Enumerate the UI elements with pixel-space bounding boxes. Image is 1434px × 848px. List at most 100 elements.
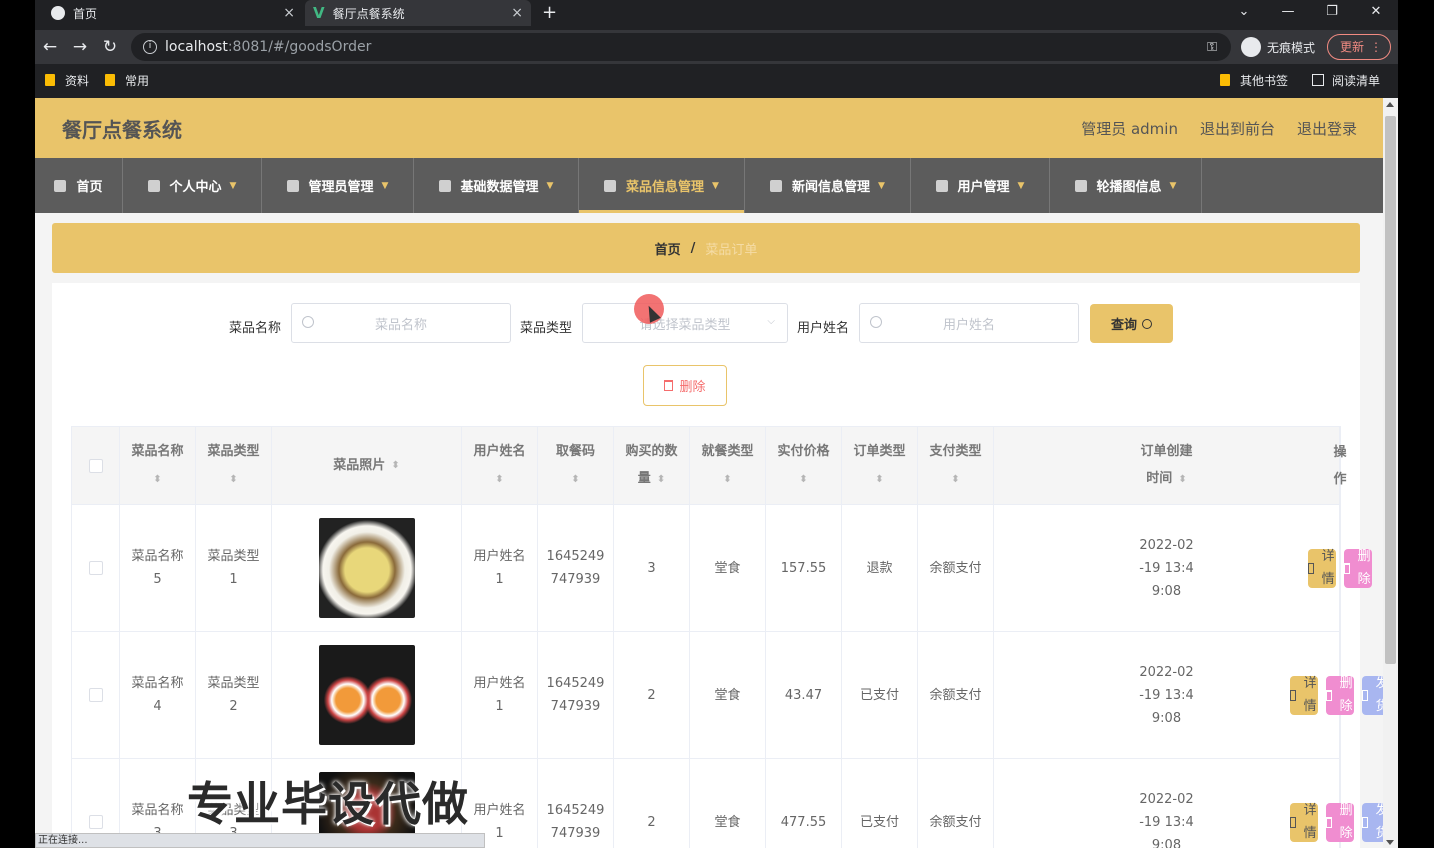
reading-list[interactable]: 阅读清单 bbox=[1311, 72, 1380, 89]
update-button[interactable]: 更新 ⋮ bbox=[1327, 34, 1391, 60]
trash-icon bbox=[664, 380, 674, 391]
scroll-down-icon[interactable] bbox=[1386, 840, 1394, 845]
reload-icon[interactable]: ↻ bbox=[95, 37, 125, 57]
column-header[interactable]: 取餐码 ⬍ bbox=[538, 427, 614, 505]
close-icon[interactable]: × bbox=[283, 5, 295, 21]
nav-carousel[interactable]: 轮播图信息 ▼ bbox=[1050, 158, 1202, 213]
header-label: 购买的数 bbox=[625, 444, 678, 459]
column-header[interactable]: 支付类型 ⬍ bbox=[918, 427, 994, 505]
nav-home[interactable]: 首页 bbox=[35, 158, 123, 213]
user-name-input[interactable]: 用户姓名 bbox=[859, 303, 1079, 343]
nav-news[interactable]: 新闻信息管理 ▼ bbox=[745, 158, 911, 213]
minimize-icon[interactable]: — bbox=[1266, 0, 1310, 26]
select-all-cell bbox=[72, 427, 120, 505]
sort-icon[interactable]: ⬍ bbox=[571, 474, 579, 485]
new-tab-icon[interactable]: + bbox=[542, 2, 557, 23]
detail-button-label: 详情 bbox=[1321, 549, 1335, 587]
column-header[interactable]: 就餐类型 ⬍ bbox=[690, 427, 766, 505]
chevron-down-icon[interactable]: ⌄ bbox=[1222, 0, 1266, 26]
sort-icon[interactable]: ⬍ bbox=[723, 474, 731, 485]
column-header[interactable]: 订单创建 时间 ⬍ bbox=[994, 427, 1340, 505]
breadcrumb-home[interactable]: 首页 bbox=[655, 239, 681, 258]
key-icon[interactable]: ⚿ bbox=[1207, 40, 1217, 55]
close-icon[interactable]: × bbox=[511, 5, 523, 21]
price-cell: 43.47 bbox=[766, 632, 842, 759]
column-header[interactable]: 购买的数量 ⬍ bbox=[614, 427, 690, 505]
sort-icon[interactable]: ⬍ bbox=[657, 474, 665, 485]
dish-type-select[interactable]: 请选择菜品类型 ⌵ bbox=[582, 303, 788, 343]
row-checkbox[interactable] bbox=[88, 815, 103, 829]
header-label: 时间 bbox=[1146, 471, 1173, 486]
dine-type-cell-value: 堂食 bbox=[714, 560, 741, 576]
back-icon[interactable]: ← bbox=[35, 37, 65, 57]
address-bar[interactable]: i localhost :8081/#/goodsOrder ⚿ ☆ bbox=[131, 33, 1255, 61]
pay-type-cell: 余额支付 bbox=[918, 505, 994, 632]
nav-personal-center[interactable]: 个人中心 ▼ bbox=[123, 158, 262, 213]
incognito-indicator[interactable]: 无痕模式 bbox=[1241, 34, 1315, 60]
nav-base-data[interactable]: 基础数据管理 ▼ bbox=[414, 158, 579, 213]
dish-photo bbox=[318, 518, 415, 618]
sort-icon[interactable]: ⬍ bbox=[799, 474, 807, 485]
sort-icon[interactable]: ⬍ bbox=[495, 474, 503, 485]
user-icon bbox=[438, 179, 451, 192]
folder-icon bbox=[1219, 74, 1230, 86]
logout-link[interactable]: 退出登录 bbox=[1297, 118, 1357, 139]
column-header[interactable]: 实付价格 ⬍ bbox=[766, 427, 842, 505]
detail-button[interactable]: 详情 bbox=[1289, 802, 1318, 842]
browser-tab-home[interactable]: 首页 × bbox=[43, 0, 303, 26]
header-label: 就餐类型 bbox=[701, 444, 754, 459]
column-header[interactable]: 菜品类型 ⬍ bbox=[196, 427, 272, 505]
reading-list-icon bbox=[1311, 74, 1324, 86]
trash-icon bbox=[1344, 562, 1351, 574]
breadcrumb-separator: / bbox=[690, 240, 696, 256]
nav-label: 新闻信息管理 bbox=[792, 180, 871, 195]
dish-type-cell-line: 菜品类型 bbox=[207, 676, 260, 691]
close-window-icon[interactable]: ✕ bbox=[1354, 0, 1398, 26]
book-icon bbox=[1362, 816, 1369, 828]
page: 餐厅点餐系统 管理员 admin 退出到前台 退出登录 首页 个人中心 ▼ 管理员… bbox=[35, 98, 1398, 848]
restore-icon[interactable]: ❐ bbox=[1310, 0, 1354, 26]
scroll-up-icon[interactable] bbox=[1386, 102, 1394, 107]
query-button[interactable]: 查询 bbox=[1090, 304, 1173, 343]
nav-label: 菜品信息管理 bbox=[626, 180, 705, 195]
nav-dish-info[interactable]: 菜品信息管理 ▼ bbox=[579, 158, 745, 213]
delete-button[interactable]: 删除 bbox=[1326, 802, 1355, 842]
bulk-delete-button[interactable]: 删除 bbox=[643, 365, 727, 406]
bookmark-folder[interactable]: 常用 bbox=[105, 72, 149, 89]
info-icon[interactable]: i bbox=[143, 40, 157, 54]
forward-icon[interactable]: → bbox=[65, 37, 95, 57]
bookmark-folder[interactable]: 资料 bbox=[45, 72, 89, 89]
sort-icon[interactable]: ⬍ bbox=[229, 474, 237, 485]
dish-name-input[interactable]: 菜品名称 bbox=[291, 303, 511, 343]
exit-to-front-link[interactable]: 退出到前台 bbox=[1200, 118, 1275, 139]
row-checkbox[interactable] bbox=[88, 688, 103, 702]
nav-admin-management[interactable]: 管理员管理 ▼ bbox=[262, 158, 414, 213]
user-name-cell-line: 用户姓名 bbox=[473, 676, 526, 691]
nav-label: 管理员管理 bbox=[308, 180, 374, 195]
quantity-cell-value: 3 bbox=[647, 560, 656, 576]
sort-icon[interactable]: ⬍ bbox=[951, 474, 959, 485]
sort-icon[interactable]: ⬍ bbox=[1178, 474, 1186, 485]
sort-icon[interactable]: ⬍ bbox=[153, 474, 161, 485]
delete-button[interactable]: 删除 bbox=[1344, 548, 1373, 588]
nav-users[interactable]: 用户管理 ▼ bbox=[911, 158, 1050, 213]
column-header[interactable]: 订单类型 ⬍ bbox=[842, 427, 918, 505]
header-label: 菜品照片 bbox=[333, 458, 386, 473]
detail-button[interactable]: 详情 bbox=[1307, 548, 1336, 588]
time-line: -19 13:4 bbox=[1139, 687, 1194, 703]
column-header[interactable]: 菜品名称 ⬍ bbox=[120, 427, 196, 505]
browser-tab-app[interactable]: V 餐厅点餐系统 × bbox=[305, 0, 531, 26]
column-header[interactable]: 菜品照片 ⬍ bbox=[272, 427, 462, 505]
select-all-checkbox[interactable] bbox=[88, 458, 103, 473]
time-line: 2022-02 bbox=[1139, 537, 1194, 553]
row-checkbox[interactable] bbox=[88, 561, 103, 575]
detail-button[interactable]: 详情 bbox=[1289, 675, 1318, 715]
user-icon bbox=[147, 179, 160, 192]
delete-button[interactable]: 删除 bbox=[1326, 675, 1355, 715]
sort-icon[interactable]: ⬍ bbox=[875, 474, 883, 485]
sort-icon[interactable]: ⬍ bbox=[391, 452, 399, 479]
column-header[interactable]: 用户姓名 ⬍ bbox=[462, 427, 538, 505]
dish-type-cell-line: 1 bbox=[229, 572, 238, 587]
bookmark-folder-other[interactable]: 其他书签 bbox=[1219, 72, 1288, 89]
scrollbar-thumb[interactable] bbox=[1385, 116, 1396, 664]
